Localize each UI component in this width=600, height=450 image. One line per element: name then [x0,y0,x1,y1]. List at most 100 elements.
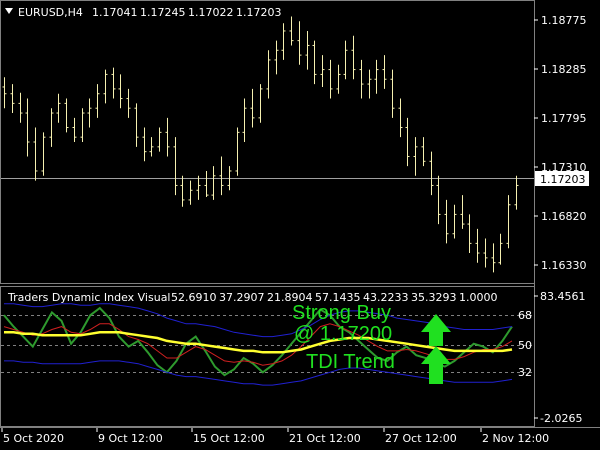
price-bar [250,88,255,128]
ohlc-low: 1.17022 [188,6,234,19]
price-bar [103,69,108,104]
price-bar [506,195,511,249]
price-bar [305,30,310,70]
tdi-value: 35.3293 [411,291,457,304]
price-bar [343,40,348,80]
time-label: 27 Oct 12:00 [385,432,457,445]
price-bar [157,127,162,152]
price-bar [33,127,38,181]
tdi-value: 52.6910 [171,291,217,304]
price-tick-label: 1.18285 [541,63,587,76]
price-bar [149,137,154,157]
price-bar [429,151,434,196]
price-bar [328,59,333,99]
signal-line-3: TDI Trend [306,351,395,373]
price-bar [498,233,503,265]
price-bar [367,69,372,99]
price-bar [72,117,77,142]
price-bar [398,98,403,138]
price-bar [390,69,395,118]
price-bars [2,16,519,273]
ohlc-open: 1.17041 [92,6,138,19]
indicator-panel-frame [0,286,535,427]
tdi-axis-max: 83.4561 [540,290,586,303]
price-bar [483,238,488,268]
time-label: 5 Oct 2020 [3,432,64,445]
price-bar [475,228,480,263]
signal-line-1: Strong Buy [292,302,391,324]
price-bar [266,50,271,99]
price-bar [452,204,457,239]
tdi-axis-min: -2.0265 [540,412,582,425]
price-bar [405,117,410,167]
price-bar [274,40,279,75]
price-bar [289,16,294,46]
price-bar [134,103,139,147]
price-bar [64,98,69,133]
level-label-50: 50 [518,339,532,352]
price-tick-label: 1.17795 [541,112,587,125]
price-bar [467,214,472,254]
price-bar [10,84,15,114]
symbol-label: EURUSD,H4 [18,6,83,19]
ohlc-close: 1.17203 [236,6,282,19]
price-bar [413,137,418,176]
ohlc-high: 1.17245 [140,6,186,19]
price-tick-label: 1.16820 [541,210,587,223]
price-bar [281,23,286,60]
price-bar [258,84,263,123]
price-bar [204,170,209,198]
price-bar [235,127,240,176]
price-bar [41,132,46,176]
price-bar [25,98,30,157]
price-bar [196,175,201,200]
price-bar [18,92,23,123]
price-bar [118,74,123,109]
trading-chart[interactable]: EURUSD,H4 1.17041 1.17245 1.17022 1.1720… [0,0,600,450]
price-bar [242,98,247,142]
time-label: 15 Oct 12:00 [193,432,265,445]
time-axis[interactable]: 5 Oct 2020 9 Oct 12:00 15 Oct 12:00 21 O… [1,428,549,445]
level-label-68: 68 [518,309,532,322]
price-bar [436,175,441,225]
price-bar [87,98,92,128]
header-arrow-icon [5,8,13,14]
price-bar [142,127,147,162]
level-label-32: 32 [518,366,532,379]
price-bar [95,84,100,118]
price-bar [2,77,7,109]
price-tick-label: 1.18775 [541,14,587,27]
chart-header: EURUSD,H4 1.17041 1.17245 1.17022 1.1720… [5,6,282,19]
price-bar [320,55,325,87]
tdi-value: 37.2907 [219,291,265,304]
tdi-value: 1.0000 [459,291,498,304]
price-bar [219,156,224,196]
price-bar [165,117,170,157]
price-bar [211,166,216,200]
signal-line-2: @ 1.17200 [294,323,392,345]
time-label: 2 Nov 12:00 [482,432,549,445]
price-bar [188,180,193,205]
price-bar [444,199,449,244]
price-bar [49,108,54,147]
price-bar [80,108,85,142]
price-bar [351,35,356,80]
price-bar [111,67,116,99]
price-bar [336,64,341,94]
price-bar [173,137,178,196]
time-label: 21 Oct 12:00 [289,432,361,445]
price-axis[interactable]: 1.18775 1.18285 1.17795 1.17310 1.16820 … [534,14,589,272]
tdi-panel: Traders Dynamic Index Visual 52.6910 37.… [1,291,534,386]
tdi-label: Traders Dynamic Index Visual [7,291,171,304]
price-bar [421,137,426,167]
price-tick-label: 1.16330 [541,259,587,272]
price-bar [382,55,387,89]
price-bar [312,40,317,85]
price-bar [460,195,465,229]
tdi-axis[interactable]: 83.4561 -2.0265 [534,290,586,425]
price-bar [297,21,302,65]
price-bar [180,175,185,207]
price-bar [374,59,379,94]
price-bar [491,243,496,273]
price-bar [56,93,61,123]
